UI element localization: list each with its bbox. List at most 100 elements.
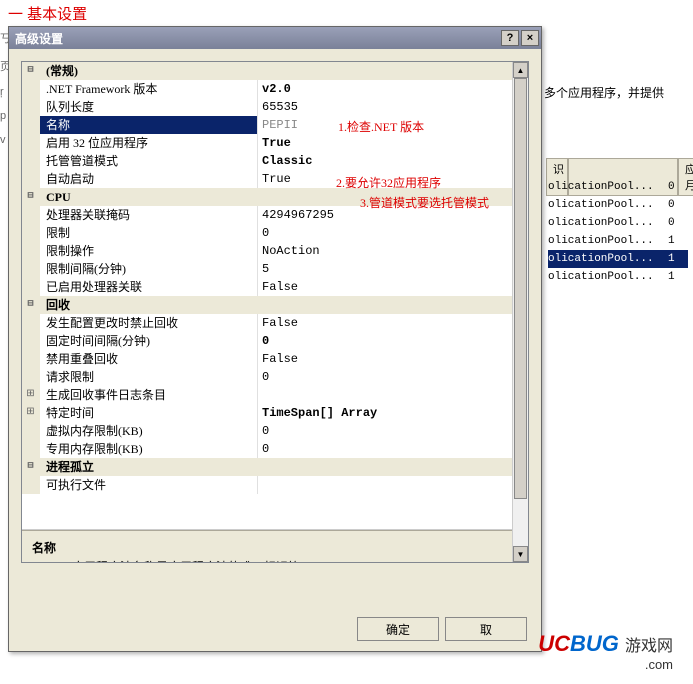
property-value[interactable]: False (258, 350, 528, 368)
scroll-track[interactable] (513, 78, 528, 530)
indent-cell (22, 332, 40, 350)
property-row[interactable]: .NET Framework 版本v2.0 (22, 80, 528, 98)
property-row[interactable]: 禁用重叠回收False (22, 350, 528, 368)
indent-cell (22, 350, 40, 368)
property-label: 已启用处理器关联 (40, 278, 258, 296)
property-label: 名称 (40, 116, 258, 134)
category-row[interactable]: ⊟CPU (22, 188, 528, 206)
collapse-icon[interactable]: ⊟ (22, 188, 40, 206)
indent-cell (22, 134, 40, 152)
property-row[interactable]: 已启用处理器关联False (22, 278, 528, 296)
property-value[interactable]: 4294967295 (258, 206, 528, 224)
property-grid-panel: ⊟(常规).NET Framework 版本v2.0队列长度65535名称PEP… (21, 61, 529, 563)
property-row[interactable]: 发生配置更改时禁止回收False (22, 314, 528, 332)
dialog-button-bar: 确定 取 (357, 617, 527, 641)
scroll-up-button[interactable]: ▲ (513, 62, 528, 78)
property-label: .NET Framework 版本 (40, 80, 258, 98)
help-title: 名称 (32, 539, 518, 556)
help-button[interactable]: ? (501, 30, 519, 46)
property-value[interactable] (258, 476, 528, 494)
property-value[interactable]: 0 (258, 224, 528, 242)
property-value[interactable]: 65535 (258, 98, 528, 116)
collapse-icon[interactable]: ⊟ (22, 62, 40, 80)
property-value[interactable]: False (258, 314, 528, 332)
property-label: 特定时间 (40, 404, 258, 422)
category-row[interactable]: ⊟进程孤立 (22, 458, 528, 476)
property-label: 限制 (40, 224, 258, 242)
collapse-icon[interactable]: ⊟ (22, 458, 40, 476)
category-label: CPU (40, 188, 528, 206)
property-row[interactable]: 托管管道模式Classic (22, 152, 528, 170)
property-value[interactable]: 5 (258, 260, 528, 278)
property-row[interactable]: 虚拟内存限制(KB)0 (22, 422, 528, 440)
indent-cell (22, 476, 40, 494)
property-row[interactable]: 限制操作NoAction (22, 242, 528, 260)
property-value[interactable] (258, 386, 528, 404)
property-help-area: 名称 [name] 应用程序池名称是应用程序池的唯一标识符。 (22, 530, 528, 563)
property-row[interactable]: 自动启动True (22, 170, 528, 188)
property-row[interactable]: 可执行文件 (22, 476, 528, 494)
indent-cell (22, 224, 40, 242)
property-value[interactable]: 0 (258, 332, 528, 350)
dialog-titlebar[interactable]: 高级设置 ? × (9, 27, 541, 49)
property-value[interactable]: 0 (258, 422, 528, 440)
scroll-thumb[interactable] (514, 78, 527, 499)
indent-cell (22, 206, 40, 224)
watermark-logo: UCBUG 游戏网 .com (538, 631, 673, 672)
property-row[interactable]: 限制间隔(分钟)5 (22, 260, 528, 278)
category-label: 进程孤立 (40, 458, 528, 476)
property-value[interactable]: 0 (258, 440, 528, 458)
property-label: 处理器关联掩码 (40, 206, 258, 224)
background-row: olicationPool...1 (548, 268, 688, 286)
background-row: olicationPool...1 (548, 250, 688, 268)
category-row[interactable]: ⊟(常规) (22, 62, 528, 80)
expand-icon[interactable]: ⊞ (22, 386, 40, 404)
property-label: 禁用重叠回收 (40, 350, 258, 368)
property-row[interactable]: ⊞生成回收事件日志条目 (22, 386, 528, 404)
property-value[interactable]: 0 (258, 368, 528, 386)
indent-cell (22, 116, 40, 134)
property-label: 限制间隔(分钟) (40, 260, 258, 278)
property-value[interactable]: PEPII (258, 116, 528, 134)
indent-cell (22, 440, 40, 458)
expand-icon[interactable]: ⊞ (22, 404, 40, 422)
property-grid[interactable]: ⊟(常规).NET Framework 版本v2.0队列长度65535名称PEP… (22, 62, 528, 530)
property-value[interactable]: v2.0 (258, 80, 528, 98)
property-label: 队列长度 (40, 98, 258, 116)
indent-cell (22, 98, 40, 116)
indent-cell (22, 242, 40, 260)
property-label: 自动启动 (40, 170, 258, 188)
property-value[interactable]: True (258, 170, 528, 188)
category-label: 回收 (40, 296, 528, 314)
property-label: 限制操作 (40, 242, 258, 260)
property-row[interactable]: 专用内存限制(KB)0 (22, 440, 528, 458)
vertical-scrollbar[interactable]: ▲ ▼ (512, 62, 528, 530)
property-row[interactable]: 处理器关联掩码4294967295 (22, 206, 528, 224)
close-button[interactable]: × (521, 30, 539, 46)
property-row[interactable]: 名称PEPII (22, 116, 528, 134)
indent-cell (22, 170, 40, 188)
property-row[interactable]: 启用 32 位应用程序True (22, 134, 528, 152)
property-value[interactable]: False (258, 278, 528, 296)
property-row[interactable]: 请求限制0 (22, 368, 528, 386)
property-value[interactable]: TimeSpan[] Array (258, 404, 528, 422)
property-value[interactable]: NoAction (258, 242, 528, 260)
background-text: 多个应用程序，并提供 (544, 84, 664, 101)
property-row[interactable]: 限制0 (22, 224, 528, 242)
indent-cell (22, 152, 40, 170)
category-row[interactable]: ⊟回收 (22, 296, 528, 314)
property-row[interactable]: 固定时间间隔(分钟)0 (22, 332, 528, 350)
property-label: 可执行文件 (40, 476, 258, 494)
advanced-settings-dialog: 高级设置 ? × ⊟(常规).NET Framework 版本v2.0队列长度6… (8, 26, 542, 652)
property-value[interactable]: True (258, 134, 528, 152)
collapse-icon[interactable]: ⊟ (22, 296, 40, 314)
property-label: 托管管道模式 (40, 152, 258, 170)
property-row[interactable]: 队列长度65535 (22, 98, 528, 116)
property-row[interactable]: ⊞特定时间TimeSpan[] Array (22, 404, 528, 422)
ok-button[interactable]: 确定 (357, 617, 439, 641)
background-row: olicationPool...1 (548, 232, 688, 250)
indent-cell (22, 422, 40, 440)
cancel-button[interactable]: 取 (445, 617, 527, 641)
indent-cell (22, 368, 40, 386)
property-value[interactable]: Classic (258, 152, 528, 170)
